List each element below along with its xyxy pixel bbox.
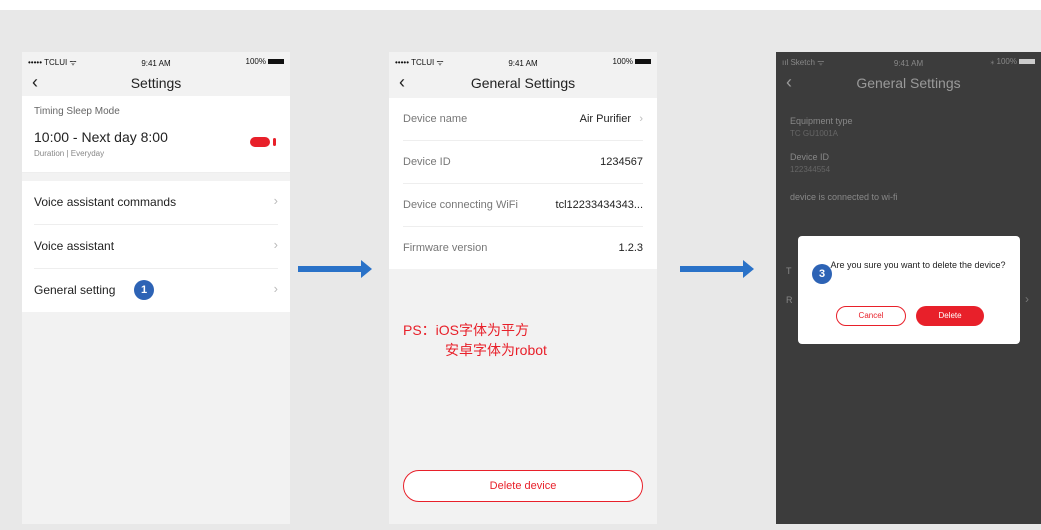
page-title: Settings	[130, 75, 182, 91]
delete-device-button[interactable]: Delete device	[403, 470, 643, 502]
chevron-right-icon: ›	[273, 237, 278, 252]
status-bar: ••••• TCLUI ᯤ 9:41 AM 100%	[22, 52, 290, 72]
chevron-right-icon: ›	[273, 281, 278, 296]
dimmed-info: Equipment type TC GU1001A Device ID 1223…	[776, 96, 1041, 202]
confirm-delete-button[interactable]: Delete	[916, 306, 984, 326]
battery-icon	[635, 59, 651, 65]
nav-bar: ‹ General Settings	[389, 72, 657, 96]
battery-icon	[1019, 59, 1035, 65]
row-value: 1234567	[600, 156, 643, 168]
row-label: General setting	[34, 283, 116, 297]
delete-confirm-dialog: 3 Are you sure you want to delete the de…	[798, 236, 1020, 344]
row-voice-assistant[interactable]: Voice assistant ›	[34, 225, 278, 269]
flow-arrow-icon	[298, 260, 372, 278]
row-firmware-version: Firmware version 1.2.3	[403, 227, 643, 269]
page-title: General Settings	[856, 75, 961, 91]
status-bar: ııl Sketch ᯤ 9:41 AM ⁎ 100%	[776, 52, 1041, 72]
battery-indicator: 100%	[613, 57, 651, 66]
font-note-line-1: PS：iOS字体为平方	[403, 322, 530, 338]
device-id-label: Device ID	[790, 152, 830, 162]
equipment-type-label: Equipment type	[790, 116, 853, 126]
chevron-right-icon: ›	[639, 113, 643, 125]
row-label: Device ID	[403, 156, 451, 168]
section-label-timing: Timing Sleep Mode	[22, 96, 290, 123]
row-label: Firmware version	[403, 242, 488, 254]
row-device-wifi: Device connecting WiFi tcl12233434343...	[403, 184, 643, 227]
flow-arrow-icon	[680, 260, 754, 278]
sleep-mode-toggle[interactable]	[250, 137, 276, 147]
font-note: PS：iOS字体为平方 安卓字体为robot	[403, 320, 547, 360]
dimmed-fragment: R	[786, 295, 793, 305]
nav-bar: ‹ General Settings	[776, 72, 1041, 96]
device-info-list: Device name Air Purifier › Device ID 123…	[389, 98, 657, 269]
row-device-id: Device ID 1234567	[403, 141, 643, 184]
toggle-knob	[273, 138, 276, 146]
toggle-track	[250, 137, 270, 147]
font-note-line-2: 安卓字体为robot	[445, 342, 547, 358]
canvas: ••••• TCLUI ᯤ 9:41 AM 100% ‹ Settings Ti…	[0, 0, 1041, 530]
settings-list: Voice assistant commands › Voice assista…	[22, 181, 290, 312]
row-value: tcl12233434343...	[555, 199, 643, 211]
wifi-label: device is connected to wi-fi	[790, 192, 898, 202]
dimmed-fragment: T	[786, 266, 792, 276]
device-id-value: 122344554	[790, 165, 831, 174]
battery-percent: 100%	[245, 57, 266, 66]
nav-bar: ‹ Settings	[22, 72, 290, 96]
row-voice-assistant-commands[interactable]: Voice assistant commands ›	[34, 181, 278, 225]
battery-indicator: 100%	[246, 57, 284, 66]
page-title: General Settings	[470, 75, 576, 91]
phone-settings: ••••• TCLUI ᯤ 9:41 AM 100% ‹ Settings Ti…	[22, 52, 290, 524]
chevron-right-icon: ›	[273, 193, 278, 208]
battery-icon	[268, 59, 284, 65]
row-general-setting[interactable]: General setting 1 ›	[34, 269, 278, 312]
chevron-right-icon: ›	[1025, 292, 1029, 306]
row-value: Air Purifier	[579, 113, 631, 125]
status-bar: ••••• TCLUI ᯤ 9:41 AM 100%	[389, 52, 657, 72]
row-value: 1.2.3	[618, 242, 643, 254]
row-label: Device connecting WiFi	[403, 199, 518, 211]
equipment-type-value: TC GU1001A	[790, 129, 839, 138]
battery-indicator: ⁎ 100%	[990, 57, 1035, 66]
battery-percent: 100%	[612, 57, 633, 66]
timing-sleep-mode[interactable]: 10:00 - Next day 8:00 Duration | Everyda…	[22, 123, 290, 173]
row-device-name[interactable]: Device name Air Purifier ›	[403, 98, 643, 141]
row-label: Voice assistant	[34, 239, 115, 253]
phone-delete-dialog: ııl Sketch ᯤ 9:41 AM ⁎ 100% ‹ General Se…	[776, 52, 1041, 524]
timing-subtitle: Duration | Everyday	[34, 149, 105, 158]
phone-general-settings: ••••• TCLUI ᯤ 9:41 AM 100% ‹ General Set…	[389, 52, 657, 524]
row-label: Device name	[403, 113, 468, 125]
step-badge: 1	[134, 280, 154, 300]
row-label: Voice assistant commands	[34, 195, 177, 209]
battery-percent: ⁎ 100%	[990, 57, 1017, 66]
dialog-message: Are you sure you want to delete the devi…	[830, 260, 1006, 270]
cancel-button[interactable]: Cancel	[836, 306, 906, 326]
timing-range: 10:00 - Next day 8:00	[34, 129, 168, 145]
